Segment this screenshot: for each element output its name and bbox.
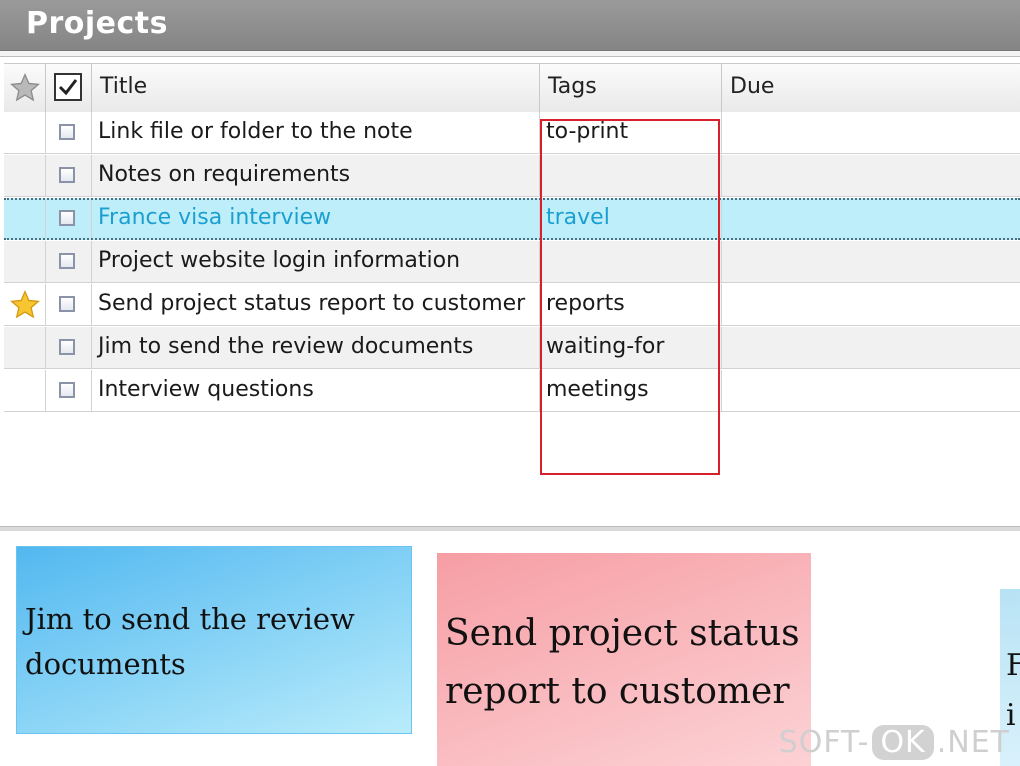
row-tags: meetings [546, 377, 649, 402]
table-row-selected[interactable]: France visa interview travel [4, 198, 1020, 240]
header-complete-column[interactable] [46, 64, 92, 112]
row-title: Jim to send the review documents [98, 334, 474, 359]
row-title: Interview questions [98, 377, 314, 402]
row-tags-cell[interactable]: meetings [540, 370, 722, 411]
row-title: Link file or folder to the note [98, 119, 413, 144]
note-card[interactable]: Send project status report to customer [437, 553, 811, 766]
table-row[interactable]: Project website login information [4, 241, 1020, 283]
row-check-cell[interactable] [46, 200, 92, 238]
row-title: France visa interview [98, 205, 332, 230]
table-row[interactable]: Notes on requirements [4, 155, 1020, 197]
row-tags-cell[interactable]: reports [540, 284, 722, 325]
table-row[interactable]: Send project status report to customer r… [4, 284, 1020, 326]
checkbox-icon[interactable] [59, 296, 75, 312]
row-check-cell[interactable] [46, 327, 92, 368]
row-title: Notes on requirements [98, 162, 351, 187]
checkbox-icon[interactable] [59, 210, 75, 226]
star-filled-icon[interactable] [9, 289, 41, 321]
row-due-cell[interactable] [722, 112, 1020, 153]
watermark-mid: OK [872, 725, 934, 760]
row-tags: travel [546, 205, 610, 230]
header-tags-column[interactable]: Tags [540, 64, 722, 112]
row-title-cell[interactable]: Notes on requirements [92, 155, 540, 196]
row-tags: to-print [546, 119, 629, 144]
row-title-cell[interactable]: Jim to send the review documents [92, 327, 540, 368]
row-check-cell[interactable] [46, 155, 92, 196]
watermark: SOFT- OK .NET [779, 725, 1010, 760]
row-due-cell[interactable] [722, 200, 1020, 238]
note-cards-area: Jim to send the review documents Send pr… [0, 531, 1020, 766]
projects-grid-panel: Title Tags Due Link file or folder to th… [0, 56, 1020, 527]
row-tags-cell[interactable]: to-print [540, 112, 722, 153]
row-star-cell[interactable] [4, 200, 46, 238]
row-check-cell[interactable] [46, 112, 92, 153]
table-row[interactable]: Link file or folder to the note to-print [4, 112, 1020, 154]
row-check-cell[interactable] [46, 370, 92, 411]
row-title: Project website login information [98, 248, 461, 273]
header-tags-label: Tags [548, 74, 597, 99]
note-card[interactable]: Jim to send the review documents [16, 546, 412, 734]
row-tags-cell[interactable] [540, 155, 722, 196]
row-title-cell[interactable]: Project website login information [92, 241, 540, 282]
watermark-left: SOFT- [778, 725, 870, 760]
title-bar: Projects [0, 0, 1020, 51]
grid-header: Title Tags Due [4, 63, 1020, 113]
row-check-cell[interactable] [46, 284, 92, 325]
checkbox-icon[interactable] [59, 167, 75, 183]
checkbox-icon [54, 73, 82, 101]
row-star-cell[interactable] [4, 241, 46, 282]
window-title: Projects [26, 6, 169, 41]
row-due-cell[interactable] [722, 327, 1020, 368]
row-star-cell[interactable] [4, 155, 46, 196]
header-title-label: Title [100, 74, 148, 99]
checkbox-icon[interactable] [59, 382, 75, 398]
watermark-right: .NET [936, 725, 1010, 760]
row-title-cell[interactable]: France visa interview [92, 200, 540, 238]
row-star-cell[interactable] [4, 370, 46, 411]
header-title-column[interactable]: Title [92, 64, 540, 112]
row-due-cell[interactable] [722, 155, 1020, 196]
header-star-column[interactable] [4, 64, 46, 112]
checkbox-icon[interactable] [59, 124, 75, 140]
note-card-text: Send project status report to customer [445, 613, 800, 712]
note-card-text: Jim to send the review documents [25, 602, 355, 681]
row-tags-cell[interactable] [540, 241, 722, 282]
row-star-cell[interactable] [4, 284, 46, 325]
header-due-column[interactable]: Due [722, 64, 1020, 112]
row-tags: waiting-for [546, 334, 665, 359]
table-row[interactable]: Interview questions meetings [4, 370, 1020, 412]
row-due-cell[interactable] [722, 284, 1020, 325]
row-title-cell[interactable]: Link file or folder to the note [92, 112, 540, 153]
row-star-cell[interactable] [4, 327, 46, 368]
row-tags: reports [546, 291, 625, 316]
row-check-cell[interactable] [46, 241, 92, 282]
row-tags-cell[interactable]: waiting-for [540, 327, 722, 368]
header-due-label: Due [730, 74, 775, 99]
row-title: Send project status report to customer [98, 291, 526, 316]
row-title-cell[interactable]: Send project status report to customer [92, 284, 540, 325]
row-star-cell[interactable] [4, 112, 46, 153]
checkbox-icon[interactable] [59, 253, 75, 269]
row-due-cell[interactable] [722, 241, 1020, 282]
checkbox-icon[interactable] [59, 339, 75, 355]
star-outline-icon [10, 73, 40, 102]
row-title-cell[interactable]: Interview questions [92, 370, 540, 411]
row-tags-cell[interactable]: travel [540, 200, 722, 238]
row-due-cell[interactable] [722, 370, 1020, 411]
table-row[interactable]: Jim to send the review documents waiting… [4, 327, 1020, 369]
